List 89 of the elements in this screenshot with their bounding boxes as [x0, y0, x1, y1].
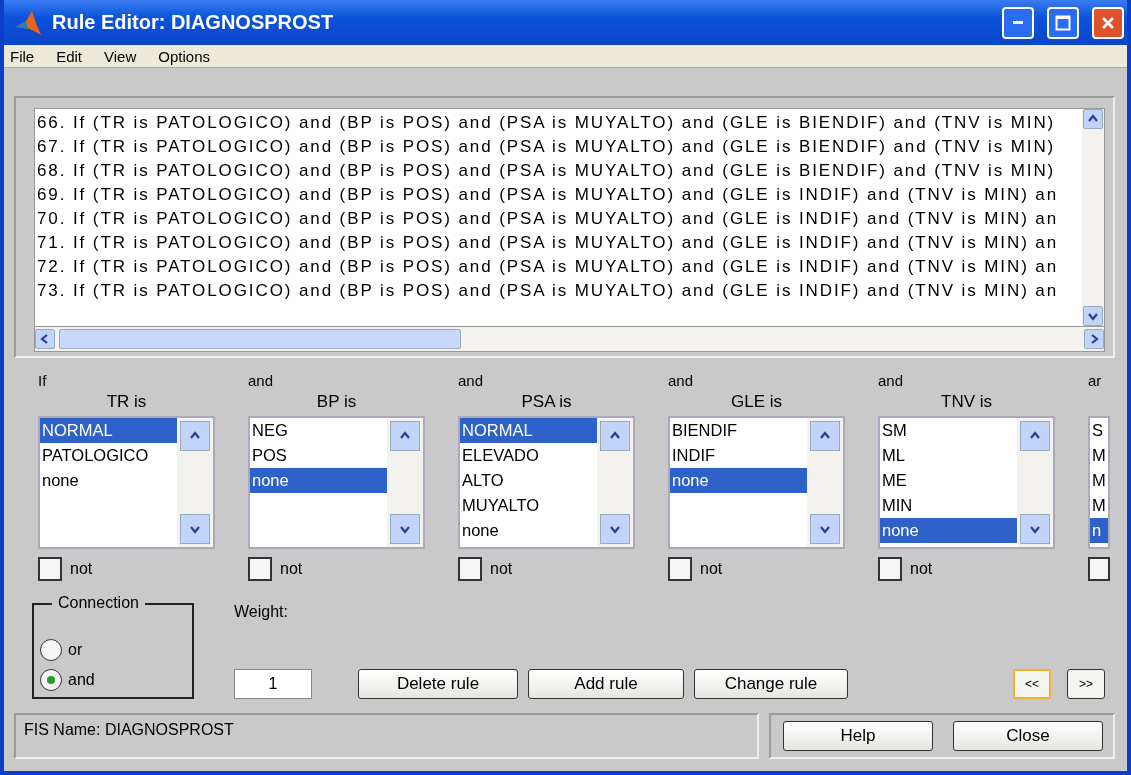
maximize-button[interactable] [1047, 6, 1079, 39]
maximize-icon [1055, 14, 1071, 31]
nav-button[interactable]: << [1013, 669, 1051, 699]
list-item[interactable]: M [1090, 468, 1108, 493]
connector-label: ar [1088, 372, 1103, 391]
checkbox[interactable] [248, 557, 272, 581]
weight-label: Weight: [234, 603, 289, 621]
checkbox[interactable] [668, 557, 692, 581]
nav-button[interactable]: >> [1067, 669, 1105, 699]
list-item[interactable]: ME [880, 468, 1017, 493]
checkbox-label: not [490, 560, 513, 578]
list-item[interactable]: none [250, 468, 387, 493]
rule-text[interactable]: 66. If (TR is PATOLOGICO) and (BP is POS) and (PSA is MUYALTO) and (GLE is BIENDIF) and (TNV is MIN) [35, 111, 1082, 135]
horizontal-scrollbar[interactable] [34, 327, 1105, 352]
menu-item[interactable]: File [10, 47, 35, 65]
connector-label: and [248, 372, 275, 391]
list-item[interactable]: none [880, 518, 1017, 543]
term-listbox[interactable]: SM ML ME MIN none [878, 416, 1055, 549]
connector-label: If [38, 372, 48, 391]
term-listbox[interactable]: NORMAL ELEVADO ALTO MUYALTO none [458, 416, 635, 549]
list-item[interactable]: SM [880, 418, 1017, 443]
dialog-button[interactable]: Help [783, 721, 933, 751]
list-item[interactable]: none [670, 468, 807, 493]
list-item[interactable]: ALTO [460, 468, 597, 493]
variable-label: GLE is [730, 392, 783, 413]
vertical-scrollbar[interactable] [1082, 109, 1104, 326]
list-item[interactable]: ML [880, 443, 1017, 468]
weight-field[interactable]: 1 [234, 669, 312, 699]
list-item[interactable]: n [1090, 518, 1108, 543]
connector-label: and [458, 372, 485, 391]
term-listbox[interactable]: NEG POS none [248, 416, 425, 549]
list-item[interactable]: M [1090, 493, 1108, 518]
rule-text[interactable]: 73. If (TR is PATOLOGICO) and (BP is POS) and (PSA is MUYALTO) and (GLE is INDIF) and (TNV is MIN) an [35, 279, 1082, 303]
minimize-icon [1013, 21, 1023, 24]
variable-label: TNV is [940, 392, 993, 413]
rule-text[interactable]: 71. If (TR is PATOLOGICO) and (BP is POS) and (PSA is MUYALTO) and (GLE is INDIF) and (TNV is MIN) an [35, 231, 1082, 255]
radio-label: and [68, 671, 95, 689]
list-item[interactable]: S [1090, 418, 1108, 443]
list-item[interactable]: none [460, 518, 597, 543]
rule-list[interactable] [34, 108, 1105, 327]
rule-text[interactable]: 70. If (TR is PATOLOGICO) and (BP is POS) and (PSA is MUYALTO) and (GLE is INDIF) and (TNV is MIN) an [35, 207, 1082, 231]
menu-item[interactable]: Options [158, 47, 210, 65]
window-title: Rule Editor: DIAGNOSPROST [52, 11, 335, 34]
checkbox[interactable] [458, 557, 482, 581]
list-item[interactable]: POS [250, 443, 387, 468]
checkbox-label: not [280, 560, 303, 578]
menu-item[interactable]: Edit [56, 47, 83, 65]
list-item[interactable]: PATOLOGICO [40, 443, 177, 468]
list-item[interactable]: NORMAL [460, 418, 597, 443]
list-item[interactable]: NORMAL [40, 418, 177, 443]
variable-label: PSA is [520, 392, 573, 413]
checkbox-label: not [910, 560, 933, 578]
checkbox[interactable] [878, 557, 902, 581]
connector-label: and [668, 372, 695, 391]
term-listbox[interactable]: BIENDIF INDIF none [668, 416, 845, 549]
rule-text[interactable]: 67. If (TR is PATOLOGICO) and (BP is POS) and (PSA is MUYALTO) and (GLE is BIENDIF) and (TNV is MIN) [35, 135, 1082, 159]
rule-button[interactable]: Change rule [694, 669, 848, 699]
list-item[interactable]: MUYALTO [460, 493, 597, 518]
radio-button[interactable] [40, 669, 62, 691]
minimize-button[interactable] [1002, 6, 1034, 39]
checkbox[interactable] [38, 557, 62, 581]
status-bar: FIS Name: DIAGNOSPROST [14, 713, 759, 759]
checkbox[interactable] [1088, 557, 1110, 581]
list-item[interactable]: ELEVADO [460, 443, 597, 468]
connector-label: and [878, 372, 905, 391]
term-listbox[interactable]: NORMAL PATOLOGICO none [38, 416, 215, 549]
list-item[interactable]: MIN [880, 493, 1017, 518]
dialog-button[interactable]: Close [953, 721, 1103, 751]
radio-button[interactable] [40, 639, 62, 661]
variable-label: TR is [105, 392, 148, 413]
close-button[interactable] [1092, 6, 1124, 39]
rule-text[interactable]: 68. If (TR is PATOLOGICO) and (BP is POS) and (PSA is MUYALTO) and (GLE is BIENDIF) and (TNV is MIN) [35, 159, 1082, 183]
rule-button[interactable]: Delete rule [358, 669, 518, 699]
list-item[interactable]: M [1090, 443, 1108, 468]
scroll-thumb[interactable] [59, 329, 461, 349]
list-item[interactable]: BIENDIF [670, 418, 807, 443]
radio-label: or [68, 641, 83, 659]
rule-text[interactable]: 69. If (TR is PATOLOGICO) and (BP is POS) and (PSA is MUYALTO) and (GLE is INDIF) and (TNV is MIN) an [35, 183, 1082, 207]
rule-text[interactable]: 72. If (TR is PATOLOGICO) and (BP is POS) and (PSA is MUYALTO) and (GLE is INDIF) and (TNV is MIN) an [35, 255, 1082, 279]
close-icon [1100, 14, 1116, 31]
list-item[interactable]: NEG [250, 418, 387, 443]
term-listbox[interactable]: S M M M n [1088, 416, 1110, 549]
rule-button[interactable]: Add rule [528, 669, 684, 699]
list-item[interactable]: none [40, 468, 177, 493]
menu-item[interactable]: View [104, 47, 137, 65]
list-item[interactable]: INDIF [670, 443, 807, 468]
checkbox-label: not [70, 560, 93, 578]
variable-label: BP is [315, 392, 358, 413]
checkbox-label: not [700, 560, 723, 578]
